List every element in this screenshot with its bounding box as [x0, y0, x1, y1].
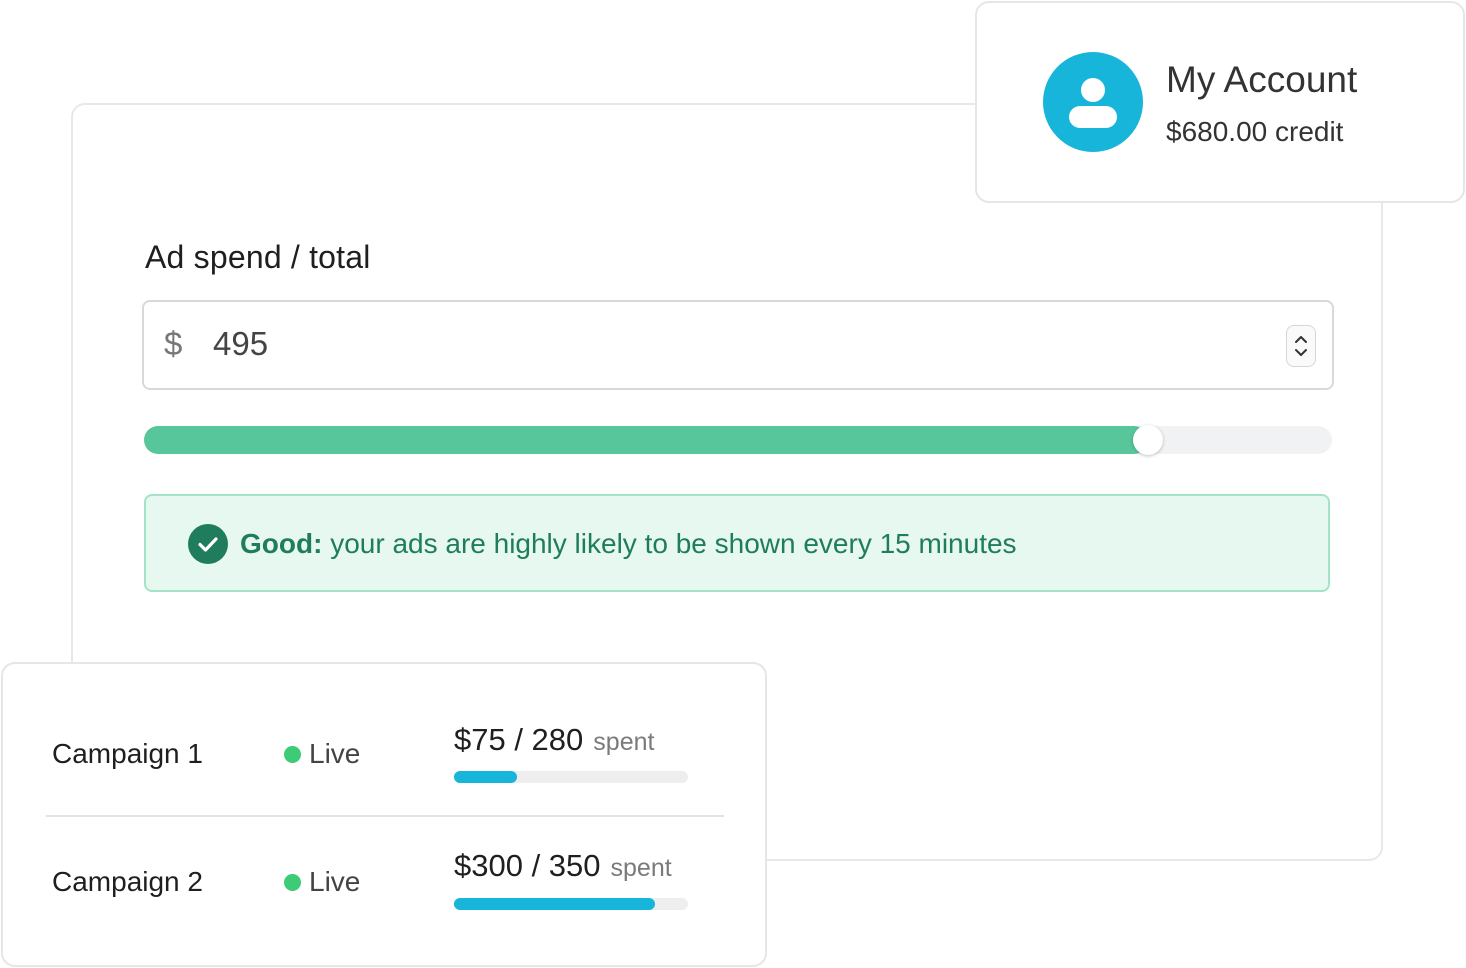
spent-amount: $300 / 350	[454, 848, 601, 883]
campaigns-card: Campaign 1 Live $75 / 280 spent Campaign …	[1, 662, 767, 967]
ad-spend-slider[interactable]	[144, 425, 1332, 455]
budget-progress	[454, 898, 688, 910]
live-status-dot	[284, 746, 301, 763]
slider-fill	[144, 426, 1148, 454]
alert-strong: Good:	[240, 528, 323, 559]
alert-message: your ads are highly likely to be shown e…	[322, 528, 1017, 559]
budget-progress	[454, 771, 688, 783]
delivery-alert: Good: your ads are highly likely to be s…	[144, 494, 1330, 592]
campaign-name: Campaign 2	[52, 866, 203, 897]
ad-spend-input[interactable]: $ 495	[142, 300, 1334, 390]
campaign-name: Campaign 1	[52, 738, 203, 769]
campaign-row[interactable]: Campaign 2 Live $300 / 350 spent	[3, 792, 769, 912]
budget-progress-fill	[454, 771, 517, 783]
campaign-status: Live	[309, 738, 361, 769]
alert-text: Good: your ads are highly likely to be s…	[240, 528, 1017, 560]
live-status-dot	[284, 874, 301, 891]
spent-amount: $75 / 280	[454, 722, 584, 757]
campaign-status: Live	[309, 866, 361, 897]
page: Ad spend / total $ 495 Good: your ads ar…	[0, 0, 1466, 968]
user-icon	[1069, 78, 1117, 128]
currency-symbol: $	[164, 325, 183, 362]
account-card[interactable]: My Account $680.00 credit	[975, 1, 1465, 203]
budget-progress-fill	[454, 898, 655, 910]
campaign-spent: $300 / 350 spent	[454, 848, 672, 884]
campaign-row[interactable]: Campaign 1 Live $75 / 280 spent	[3, 664, 769, 784]
account-title: My Account	[1166, 59, 1358, 100]
number-stepper[interactable]	[1286, 325, 1316, 367]
ad-spend-label: Ad spend / total	[145, 239, 371, 275]
campaign-spent: $75 / 280 spent	[454, 722, 654, 758]
spent-label: spent	[610, 854, 672, 882]
check-circle-icon	[188, 524, 228, 564]
account-credit: $680.00 credit	[1166, 116, 1344, 147]
spent-label: spent	[593, 728, 655, 756]
chevron-up-down-icon	[1295, 336, 1307, 356]
ad-spend-value: 495	[213, 325, 269, 362]
avatar	[1043, 52, 1143, 152]
slider-thumb[interactable]	[1132, 425, 1163, 455]
